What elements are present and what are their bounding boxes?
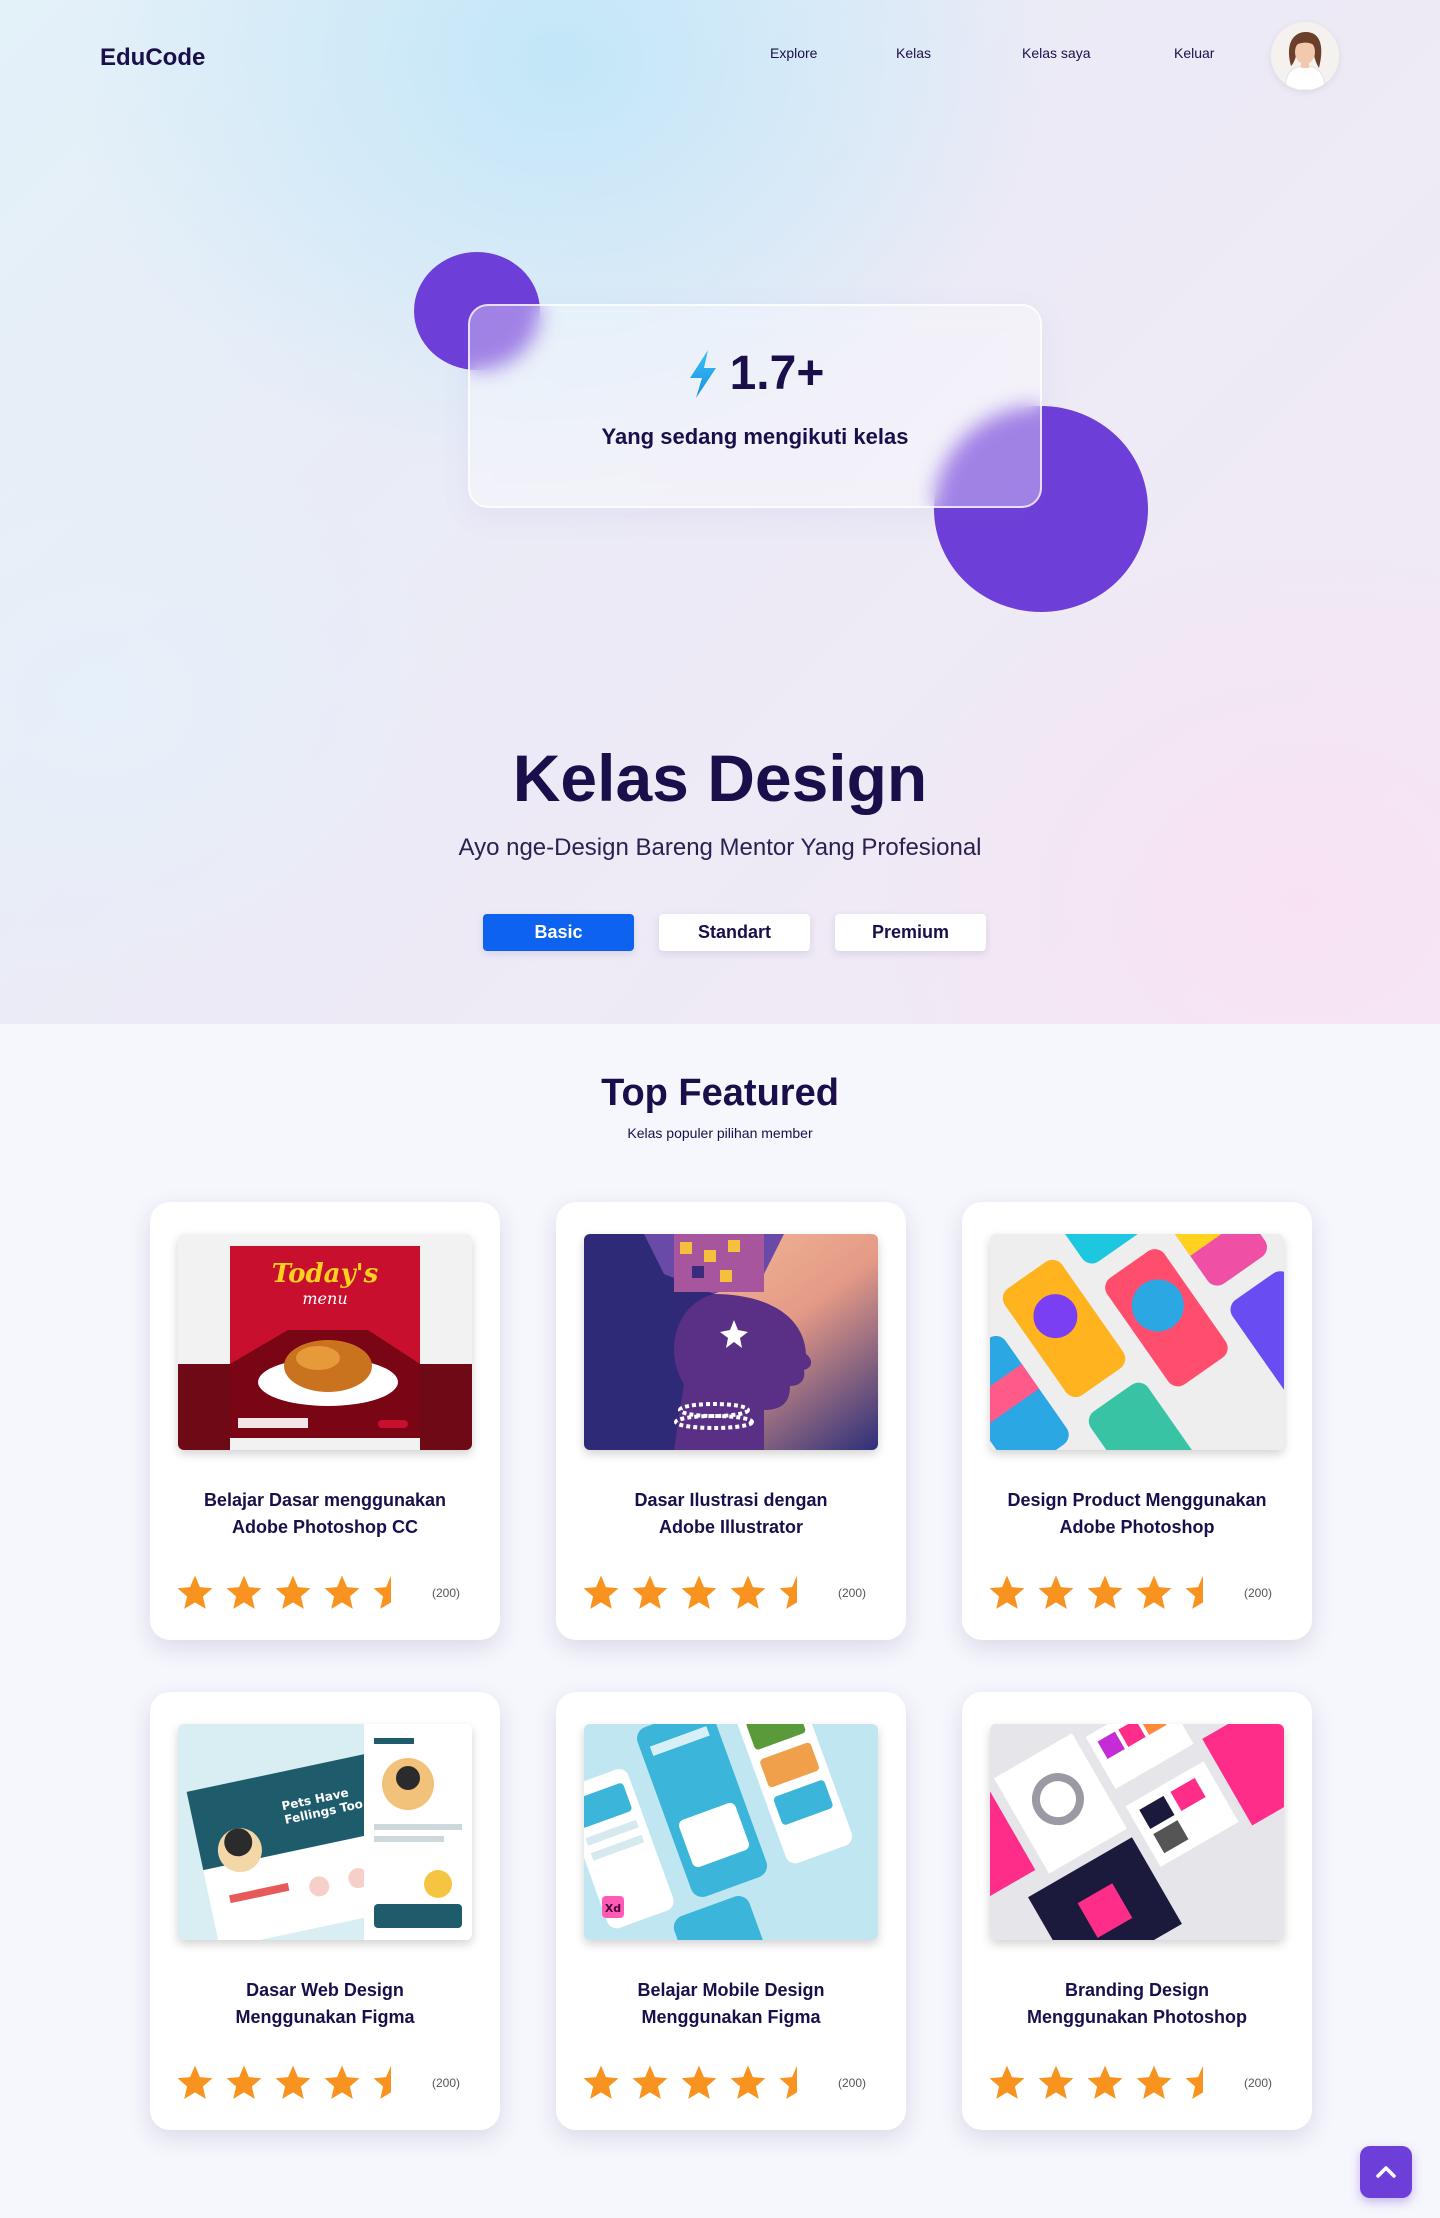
course-card[interactable]: Today's menu Belajar Dasar menggunakan A… bbox=[150, 1202, 500, 1640]
rating-count: (200) bbox=[1244, 2076, 1273, 2090]
tier-standart-button[interactable]: Standart bbox=[659, 914, 810, 951]
star-icon bbox=[1087, 1575, 1123, 1609]
lightning-icon bbox=[689, 349, 716, 398]
star-icon bbox=[730, 2065, 766, 2099]
half-star-icon bbox=[779, 2065, 797, 2099]
course-card[interactable]: Design Product Menggunakan Adobe Photosh… bbox=[962, 1202, 1312, 1640]
chevron-up-icon bbox=[1376, 2166, 1396, 2178]
svg-text:menu: menu bbox=[302, 1289, 347, 1308]
star-icon bbox=[989, 1575, 1025, 1609]
tier-premium-button[interactable]: Premium bbox=[835, 914, 986, 951]
nav-kelas[interactable]: Kelas bbox=[896, 45, 931, 61]
rating-stars bbox=[988, 1574, 1222, 1612]
course-thumbnail: Xd bbox=[584, 1724, 878, 1940]
star-icon bbox=[583, 1575, 619, 1609]
rating-count: (200) bbox=[1244, 1586, 1273, 1600]
course-thumbnail bbox=[990, 1724, 1284, 1940]
star-icon bbox=[324, 2065, 360, 2099]
course-title: Belajar Dasar menggunakan Adobe Photosho… bbox=[203, 1490, 447, 1537]
half-star-icon bbox=[373, 2065, 391, 2099]
course-title: Dasar Ilustrasi dengan Adobe Illustrator bbox=[634, 1490, 828, 1537]
course-title: Dasar Web Design Menggunakan Figma bbox=[235, 1980, 415, 2027]
nav-explore[interactable]: Explore bbox=[770, 45, 817, 61]
page-subtitle: Ayo nge-Design Bareng Mentor Yang Profes… bbox=[458, 834, 982, 861]
star-icon bbox=[177, 1575, 213, 1609]
star-icon bbox=[989, 2065, 1025, 2099]
course-card[interactable]: Xd Belajar Mobile Design Menggunakan Fig… bbox=[556, 1692, 906, 2130]
hero-section: EduCode Explore Kelas Kelas saya Keluar bbox=[0, 0, 1440, 1024]
rating-stars bbox=[176, 1574, 410, 1612]
star-icon bbox=[226, 1575, 262, 1609]
course-card[interactable]: Branding Design Menggunakan Photoshop (2… bbox=[962, 1692, 1312, 2130]
star-icon bbox=[177, 2065, 213, 2099]
rating-count: (200) bbox=[838, 1586, 867, 1600]
rating-count: (200) bbox=[432, 1586, 461, 1600]
tier-basic-button[interactable]: Basic bbox=[483, 914, 634, 951]
course-card[interactable]: Pets Have Fellings Too Dasar Web Design … bbox=[150, 1692, 500, 2130]
star-icon bbox=[632, 1575, 668, 1609]
stat-value: 1.7+ bbox=[729, 347, 825, 400]
half-star-icon bbox=[373, 1575, 391, 1609]
brand-logo[interactable]: EduCode bbox=[100, 44, 205, 72]
nav-keluar[interactable]: Keluar bbox=[1174, 45, 1214, 61]
featured-subtitle: Kelas populer pilihan member bbox=[627, 1125, 813, 1141]
rating-stars bbox=[988, 2064, 1222, 2102]
nav-kelas-saya[interactable]: Kelas saya bbox=[1022, 45, 1090, 61]
star-icon bbox=[1038, 1575, 1074, 1609]
rating-count: (200) bbox=[432, 2076, 461, 2090]
half-star-icon bbox=[1185, 1575, 1203, 1609]
rating-count: (200) bbox=[838, 2076, 867, 2090]
scroll-to-top-button[interactable] bbox=[1360, 2146, 1412, 2198]
star-icon bbox=[275, 2065, 311, 2099]
stat-card: 1.7+ Yang sedang mengikuti kelas bbox=[468, 304, 1042, 508]
half-star-icon bbox=[1185, 2065, 1203, 2099]
page-title: Kelas Design bbox=[512, 741, 928, 815]
star-icon bbox=[1038, 2065, 1074, 2099]
star-icon bbox=[1136, 1575, 1172, 1609]
star-icon bbox=[730, 1575, 766, 1609]
course-card[interactable]: Dasar Ilustrasi dengan Adobe Illustrator… bbox=[556, 1202, 906, 1640]
course-thumbnail bbox=[584, 1234, 878, 1450]
star-icon bbox=[681, 2065, 717, 2099]
star-icon bbox=[681, 1575, 717, 1609]
svg-text:Today's: Today's bbox=[272, 1259, 379, 1289]
star-icon bbox=[324, 1575, 360, 1609]
star-icon bbox=[632, 2065, 668, 2099]
rating-stars bbox=[176, 2064, 410, 2102]
course-thumbnail: Today's menu bbox=[178, 1234, 472, 1450]
rating-stars bbox=[582, 2064, 816, 2102]
course-title: Design Product Menggunakan Adobe Photosh… bbox=[1007, 1490, 1267, 1537]
course-title: Belajar Mobile Design Menggunakan Figma bbox=[637, 1980, 825, 2027]
star-icon bbox=[1087, 2065, 1123, 2099]
course-thumbnail bbox=[990, 1234, 1284, 1450]
star-icon bbox=[1136, 2065, 1172, 2099]
star-icon bbox=[583, 2065, 619, 2099]
star-icon bbox=[226, 2065, 262, 2099]
course-title: Branding Design Menggunakan Photoshop bbox=[1027, 1980, 1247, 2027]
avatar-image bbox=[1271, 22, 1339, 90]
svg-text:Xd: Xd bbox=[605, 1902, 621, 1915]
featured-title: Top Featured bbox=[601, 1072, 839, 1114]
rating-stars bbox=[582, 1574, 816, 1612]
course-thumbnail: Pets Have Fellings Too bbox=[178, 1724, 472, 1940]
star-icon bbox=[275, 1575, 311, 1609]
user-avatar[interactable] bbox=[1271, 22, 1339, 90]
stat-caption: Yang sedang mengikuti kelas bbox=[601, 424, 909, 449]
half-star-icon bbox=[779, 1575, 797, 1609]
